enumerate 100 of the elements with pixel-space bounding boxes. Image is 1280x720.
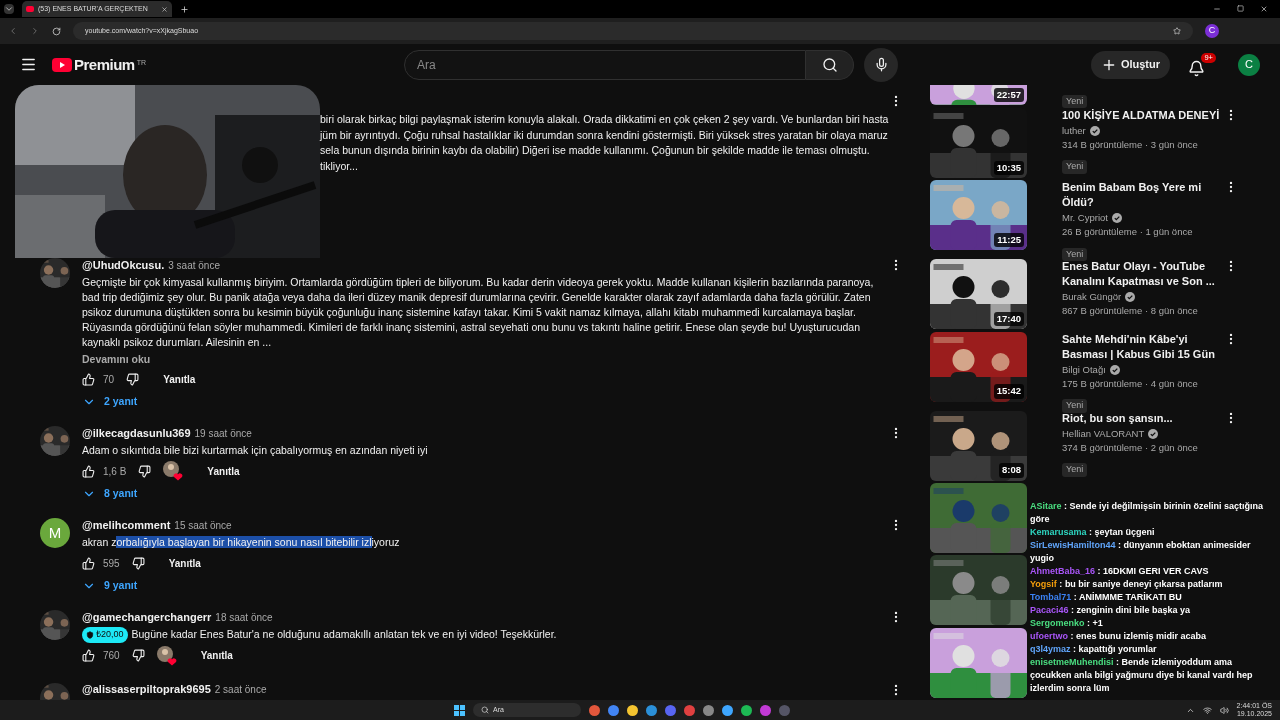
account-avatar[interactable]: C xyxy=(1238,53,1260,76)
chat-message: Kemarusama : şeytan üçgeni xyxy=(1030,526,1156,539)
comment-text: Adam o sıkıntıda bile bizi kurtarmak için çabalıyormuş en azından niyeti iyi xyxy=(82,443,428,458)
video-meta: 374 B görüntüleme · 2 gün önce xyxy=(1062,440,1199,455)
video-meta: 175 B görüntüleme · 4 gün önce xyxy=(1062,376,1199,391)
comment-author[interactable]: @alissaserpiltoprak9695 xyxy=(82,681,211,698)
comment-author[interactable]: @melihcomment xyxy=(82,516,171,534)
comment-author[interactable]: @UhudOkcusu. xyxy=(82,256,165,274)
logo-text[interactable]: Premium xyxy=(74,57,135,72)
chat-message: ufoertwo : enes bunu izlemiş midir acaba xyxy=(1030,630,1208,643)
like-count: 595 xyxy=(103,556,120,571)
verified-icon xyxy=(1109,364,1120,375)
verified-icon xyxy=(1111,213,1122,224)
close-icon[interactable] xyxy=(161,5,168,13)
channel-name[interactable]: Bilgi Otağı xyxy=(1062,362,1106,377)
read-more-link[interactable]: Devamını oku xyxy=(82,352,151,366)
search-button[interactable] xyxy=(806,49,855,80)
like-icon[interactable] xyxy=(82,556,95,570)
taskbar-app-icon[interactable] xyxy=(741,704,752,716)
channel-name[interactable]: Burak Güngör xyxy=(1062,290,1122,305)
comment-time[interactable]: 18 saat önce xyxy=(215,609,273,625)
taskbar-app-icon[interactable] xyxy=(627,704,638,716)
verified-icon xyxy=(1148,428,1159,439)
chat-message: AhmetBaba_16 : 16DKMI GERI VER CAVS xyxy=(1030,565,1210,578)
comment-text: akran zorbalığıyla başlayan bir hikayenin sonu nasıl bitebilir izliyoruz xyxy=(82,535,400,550)
search-icon xyxy=(821,56,838,73)
video-title[interactable]: Sahte Mehdi'nin Kâbe'yi Basması | Kabus Gibi 15 Gün xyxy=(1062,331,1220,362)
search-field[interactable]: Ara xyxy=(404,49,807,80)
video-title[interactable]: Benim Babam Boş Yere mi Öldü? xyxy=(1062,180,1220,211)
like-icon[interactable] xyxy=(82,372,95,386)
profile-avatar[interactable]: C xyxy=(1205,24,1219,38)
reply-button[interactable]: Yanıtla xyxy=(195,459,252,483)
chat-message: q3l4ymaz : kapattığı yorumlar xyxy=(1030,643,1158,656)
favicon-icon xyxy=(26,6,34,12)
chat-message: Sergomenko : +1 xyxy=(1030,617,1104,630)
windows-icon[interactable] xyxy=(454,704,465,716)
create-button[interactable]: Oluştur xyxy=(1090,50,1170,79)
like-count: 1,6 B xyxy=(103,464,127,479)
comment-text: Geçmişte bir çok kimyasal kullanmış biriyim. Ortamlarda gördüğüm tipleri de biliyorum. Bu kadar derin videoya gerek yoktu. Madde kullanan kişilerin bazılarında paranoya, bad trip dediğimiz şey olur. Bu panik atağa veya daha da ileri düzey manik depresif durumlarına çevirir. Genelde karakter olarak zayıf adamlarda daha fazla görülür. Zaten psikoz durumuna düştükten sonra bu kesimin büyük çoğunluğu inanç sistemine kafayı takar. Kimi 5 vakit namaz kılmaya, allahı kitabı muhammedi kurcalamaya başlar. Rüyasında gördüğünü felan söyler muhammedi. Kimileri de farklı inanç sistemini, astral seyehati onu bunu vs takıntı haline getirir. Enese olan şeyde bu! Uyuşturucudan kaynaklı psikoz durumları. Ailesinin en ... xyxy=(82,275,875,350)
like-icon[interactable] xyxy=(82,649,95,662)
video-title[interactable]: Enes Batur Olayı - YouTube Kanalını Kapatması ve Son ... xyxy=(1062,259,1220,290)
comment-time[interactable]: 3 saat önce xyxy=(168,257,220,273)
replies-toggle[interactable]: 2 yanıt xyxy=(82,394,138,410)
new-tab-icon[interactable] xyxy=(180,4,189,14)
menu-icon[interactable] xyxy=(20,56,37,73)
chat-message: enisetmeMuhendisi : Bende izlemiyoddum ama çocukken anla bilgi yağmuru diye bi kanal vardı hep izlerdim sonra lüm xyxy=(1030,656,1254,695)
search-icon xyxy=(481,706,489,714)
chat-message: Yogsif : bu bir saniye deneyi çıkarsa patlarım xyxy=(1030,578,1224,591)
taskbar-app-icon[interactable] xyxy=(703,704,714,716)
volume-icon[interactable] xyxy=(1219,705,1229,715)
video-meta: 867 B görüntüleme · 8 gün önce xyxy=(1062,304,1199,319)
chat-message: SirLewisHamilton44 : dünyanın eboktan animesider yugio xyxy=(1030,539,1252,565)
like-count: 760 xyxy=(103,649,120,663)
channel-name[interactable]: luther xyxy=(1062,123,1086,139)
notifications-icon[interactable] xyxy=(1188,59,1205,77)
taskbar-app-icon[interactable] xyxy=(722,704,733,716)
reload-icon[interactable] xyxy=(52,26,61,36)
tab-search-icon[interactable] xyxy=(4,4,14,14)
video-meta: 314 B görüntüleme · 3 gün önce xyxy=(1062,138,1199,153)
channel-name[interactable]: Hellian VALORANT xyxy=(1062,426,1145,441)
replies-toggle[interactable]: 9 yanıt xyxy=(82,578,138,594)
comment-author[interactable]: @gamechangerchangerr xyxy=(82,608,212,626)
reply-button[interactable]: Yanıtla xyxy=(188,644,245,667)
comment-text: Bugüne kadar Enes Batur'a ne olduğunu adamakıllı anlatan tek ve en iyi video! Teşekkürler. xyxy=(131,627,557,643)
comment-text: jüm bir ayrıntıydı. Çoğu ruhsal hastalıklar iki durumdan sonra kendini göstermişti. Biri yüksek stres yaratan bir olaya maruz xyxy=(320,127,889,143)
comment-time[interactable]: 15 saat önce xyxy=(174,517,232,533)
like-icon[interactable] xyxy=(82,464,95,478)
comment-time[interactable]: 19 saat önce xyxy=(194,425,252,441)
close-icon[interactable] xyxy=(1260,5,1268,13)
dislike-icon[interactable] xyxy=(131,649,145,662)
comment-text: biri olarak birkaç bilgi paylaşmak isterim konuyla alakalı. Orada dikkatimi en çok çeken 2 şey vardı. Ve bunlardan biri hasta xyxy=(320,112,889,127)
reply-button[interactable]: Yanıtla xyxy=(151,367,208,391)
video-meta: 26 B görüntüleme · 1 gün önce xyxy=(1062,225,1194,240)
super-thanks-amount: ₺20,00 xyxy=(96,628,124,641)
taskbar-app-icon[interactable] xyxy=(608,704,619,716)
dislike-icon[interactable] xyxy=(131,556,145,570)
new-badge: Yeni xyxy=(1062,94,1088,108)
video-title[interactable]: 100 KİŞİYE ALDATMA DENEYİ xyxy=(1062,107,1220,123)
bookmark-icon[interactable] xyxy=(1173,27,1181,35)
dislike-icon[interactable] xyxy=(126,372,140,386)
comment-author[interactable]: @ilkecagdasunlu369 xyxy=(82,424,191,442)
video-duration: 8:08 xyxy=(999,463,1024,478)
chat-message: Pacaci46 : zenginin dini bile başka ya xyxy=(1030,604,1192,617)
shield-icon xyxy=(86,630,94,639)
new-badge: Yeni xyxy=(1062,463,1088,477)
reply-button[interactable]: Yanıtla xyxy=(156,551,213,575)
play-logo-icon[interactable] xyxy=(52,57,72,72)
mic-button[interactable] xyxy=(864,47,899,82)
comment-text: sela bunun dışında birinin kaybı da olabilir) Diğeri ise madde kullanımı. Çoğunun bir şekilde madde ile teması olmuştu. xyxy=(320,143,871,158)
taskbar-app-icon[interactable] xyxy=(589,704,600,716)
channel-name[interactable]: Mr. Cypriot xyxy=(1062,211,1108,226)
video-title[interactable]: Riot, bu son şansın... xyxy=(1062,410,1220,426)
network-icon[interactable] xyxy=(1202,705,1212,715)
verified-icon xyxy=(1089,126,1100,136)
maximize-icon[interactable] xyxy=(1237,5,1244,12)
video-duration: 15:42 xyxy=(993,384,1024,399)
comment-time[interactable]: 2 saat önce xyxy=(214,682,267,697)
replies-toggle[interactable]: 8 yanıt xyxy=(82,486,138,502)
dislike-icon[interactable] xyxy=(138,464,152,478)
taskbar-app-icon[interactable] xyxy=(646,704,657,716)
